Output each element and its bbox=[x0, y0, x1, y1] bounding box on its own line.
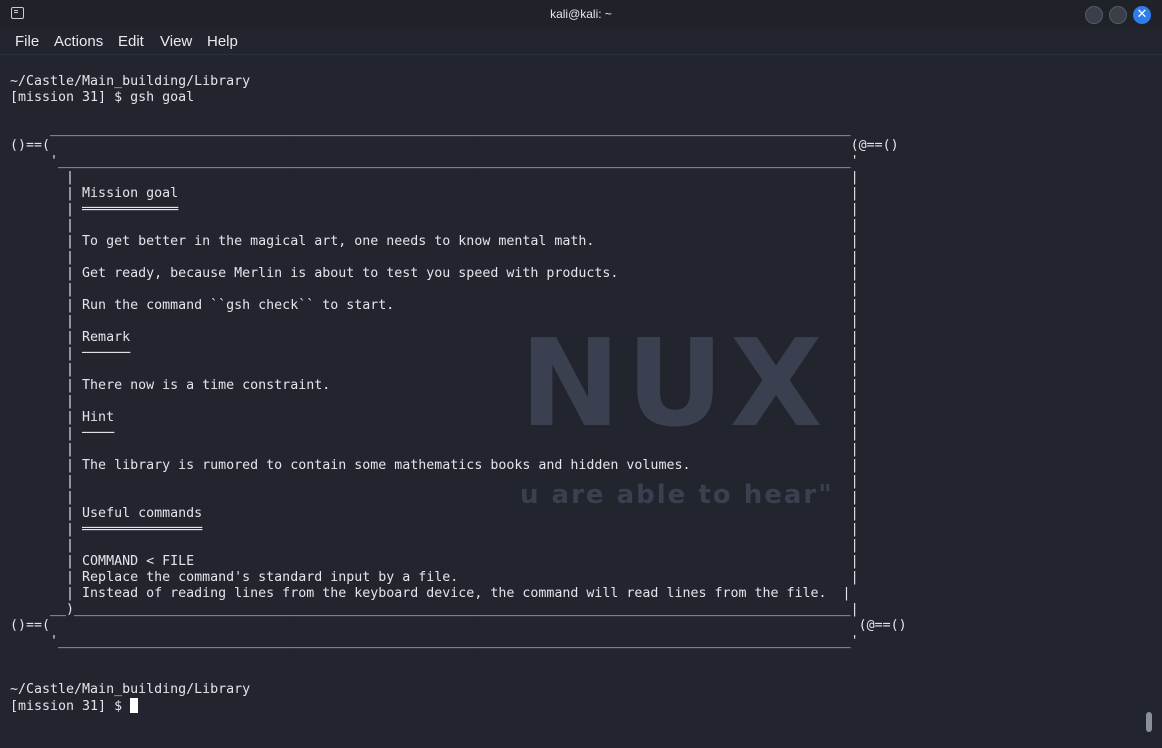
menu-view[interactable]: View bbox=[160, 33, 192, 50]
terminal-line: | Remark | bbox=[10, 330, 859, 345]
scrollbar-thumb[interactable] bbox=[1146, 712, 1152, 732]
shell-prompt: [mission 31] $ bbox=[10, 699, 131, 714]
terminal-line: | To get better in the magical art, one … bbox=[10, 234, 859, 249]
terminal-line: | | bbox=[10, 314, 859, 329]
terminal-line: | | bbox=[10, 218, 859, 233]
terminal-line: ~/Castle/Main_building/Library bbox=[10, 682, 251, 697]
terminal-line: | | bbox=[10, 250, 859, 265]
terminal-line: [mission 31] $ gsh goal bbox=[10, 90, 195, 105]
prompt-line[interactable]: [mission 31] $ bbox=[10, 698, 907, 715]
menu-edit[interactable]: Edit bbox=[118, 33, 144, 50]
terminal-line: | ════════════ | bbox=[10, 202, 859, 217]
maximize-icon[interactable] bbox=[1109, 6, 1127, 24]
terminal-line: | | bbox=[10, 394, 859, 409]
terminal-output[interactable]: ~/Castle/Main_building/Library [mission 3… bbox=[10, 74, 907, 715]
terminal-line: | | bbox=[10, 362, 859, 377]
terminal-line: '_______________________________________… bbox=[10, 634, 859, 649]
text-cursor bbox=[130, 698, 139, 713]
terminal-line: | | bbox=[10, 282, 859, 297]
terminal-line: | | bbox=[10, 538, 859, 553]
terminal-line: ()==( (@==() bbox=[10, 618, 907, 633]
terminal-line: | | bbox=[10, 170, 859, 185]
menu-actions[interactable]: Actions bbox=[54, 33, 103, 50]
window-title: kali@kali: ~ bbox=[550, 7, 612, 21]
terminal-line: | ──── | bbox=[10, 426, 859, 441]
terminal-line: | There now is a time constraint. | bbox=[10, 378, 859, 393]
terminal-line: ()==( (@==() bbox=[10, 138, 899, 153]
menu-file[interactable]: File bbox=[15, 33, 39, 50]
terminal-line: | | bbox=[10, 490, 859, 505]
terminal-line: | | bbox=[10, 442, 859, 457]
menu-bar: File Actions Edit View Help bbox=[0, 29, 1162, 55]
close-icon[interactable]: ✕ bbox=[1133, 6, 1151, 24]
terminal-window: NUX u are able to hear" kali@kali: ~ ✕ F… bbox=[0, 0, 1162, 748]
terminal-line: '_______________________________________… bbox=[10, 154, 859, 169]
terminal-line: | COMMAND < FILE | bbox=[10, 554, 859, 569]
terminal-line: | Replace the command's standard input b… bbox=[10, 570, 859, 585]
terminal-line: __)_____________________________________… bbox=[10, 602, 859, 617]
terminal-line: | Get ready, because Merlin is about to … bbox=[10, 266, 859, 281]
title-bar: kali@kali: ~ ✕ bbox=[0, 0, 1162, 29]
terminal-line: | ────── | bbox=[10, 346, 859, 361]
terminal-line: ~/Castle/Main_building/Library bbox=[10, 74, 251, 89]
minimize-icon[interactable] bbox=[1085, 6, 1103, 24]
menu-help[interactable]: Help bbox=[207, 33, 238, 50]
terminal-line: | Useful commands | bbox=[10, 506, 859, 521]
terminal-line: | Run the command ``gsh check`` to start… bbox=[10, 298, 859, 313]
terminal-line: | Mission goal | bbox=[10, 186, 859, 201]
terminal-line: | | bbox=[10, 474, 859, 489]
terminal-line: | The library is rumored to contain some… bbox=[10, 458, 859, 473]
terminal-line: | ═══════════════ | bbox=[10, 522, 859, 537]
terminal-line: | Instead of reading lines from the keyb… bbox=[10, 586, 851, 601]
terminal-line: ________________________________________… bbox=[10, 122, 851, 137]
terminal-line: | Hint | bbox=[10, 410, 859, 425]
